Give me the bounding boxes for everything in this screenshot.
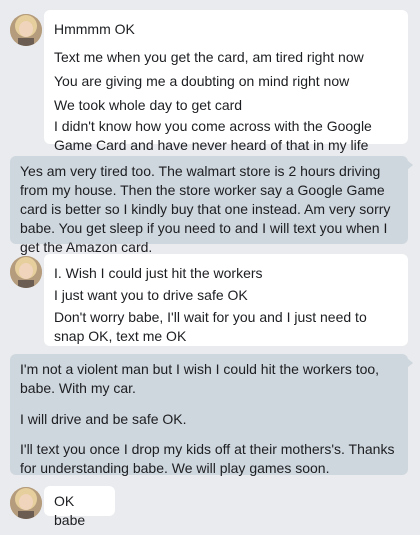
outgoing-message: Yes am very tired too. The walmart store…	[10, 156, 413, 255]
message-text: I will drive and be safe OK.	[20, 411, 187, 427]
chat-thread: Hmmmm OK Text me when you get the card, …	[0, 0, 420, 535]
message-text: You are giving me a doubting on mind rig…	[54, 73, 350, 89]
message-text: Don't worry babe, I'll wait for you and …	[54, 309, 371, 344]
incoming-message-group: I. Wish I could just hit the workers I j…	[44, 254, 408, 346]
message-text: OK babe	[54, 493, 86, 528]
message-text: Text me when you get the card, am tired …	[54, 49, 364, 65]
message-text: I. Wish I could just hit the workers	[54, 265, 263, 281]
incoming-message: OK babe	[44, 486, 115, 528]
contact-avatar[interactable]	[10, 256, 42, 288]
outgoing-message: I'm not a violent man but I wish I could…	[10, 354, 413, 476]
message-text: Hmmmm OK	[54, 21, 135, 37]
bubble-tail	[407, 358, 413, 368]
bubble-tail	[407, 160, 413, 170]
message-text: I just want you to drive safe OK	[54, 287, 248, 303]
message-text: Yes am very tired too. The walmart store…	[20, 163, 395, 255]
message-text: I'll text you once I drop my kids off at…	[20, 441, 399, 476]
contact-avatar[interactable]	[10, 14, 42, 46]
incoming-message-group: Hmmmm OK Text me when you get the card, …	[44, 10, 408, 153]
contact-avatar[interactable]	[10, 487, 42, 519]
message-text: I'm not a violent man but I wish I could…	[20, 361, 383, 396]
message-text: I didn't know how you come across with t…	[54, 118, 376, 153]
message-text: We took whole day to get card	[54, 97, 243, 113]
